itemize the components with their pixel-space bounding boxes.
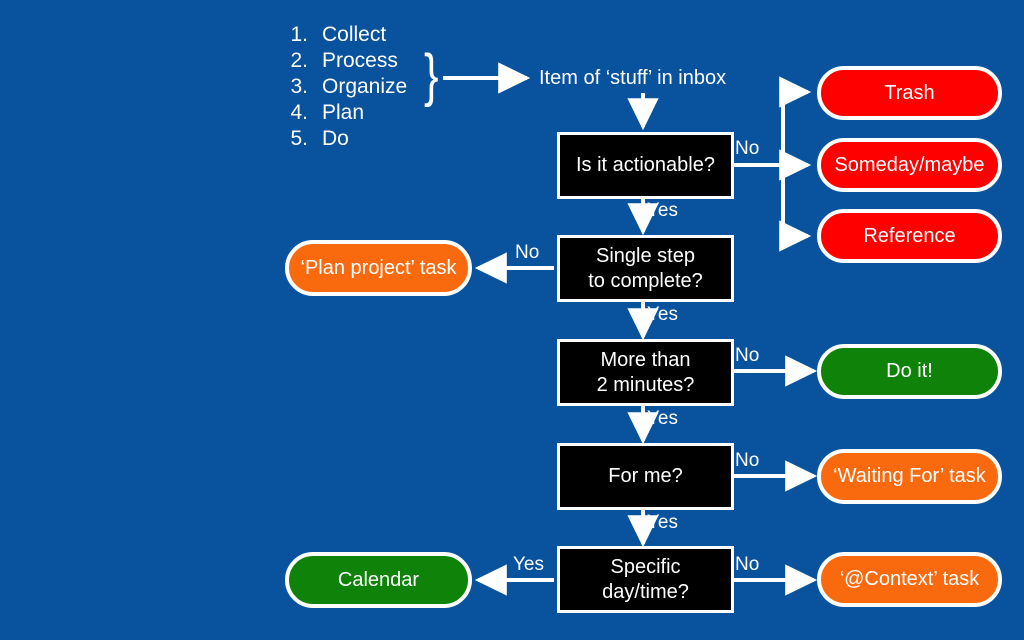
outcome-label: ‘@Context’ task: [839, 568, 980, 590]
inbox-item-label: Item of ‘stuff’ in inbox: [539, 67, 727, 89]
decision-label-line1: More than: [600, 348, 691, 371]
decision-label-line2: day/time?: [602, 580, 689, 603]
decision-for-me[interactable]: For me?: [557, 443, 734, 510]
outcome-label: ‘Waiting For’ task: [833, 465, 986, 487]
outcome-context-task[interactable]: ‘@Context’ task: [817, 552, 1002, 607]
outcome-plan-project-task[interactable]: ‘Plan project’ task: [285, 240, 472, 296]
edge-label-yes-actionable: Yes: [647, 200, 678, 221]
edge-label-no-for-me: No: [735, 450, 760, 471]
decision-label: For me?: [608, 465, 683, 487]
decision-label-line2: to complete?: [588, 269, 703, 292]
gtd-step-number: 5.: [290, 127, 308, 150]
edge-label-yes-single-step: Yes: [647, 304, 678, 325]
gtd-steps-list: 1. Collect 2. Process 3. Organize 4. Pla…: [286, 22, 407, 152]
decision-single-step-to-complete[interactable]: Single step to complete?: [557, 235, 734, 302]
gtd-step-item: 5. Do: [286, 126, 407, 152]
grouping-brace: }: [424, 43, 439, 108]
gtd-step-item: 4. Plan: [286, 100, 407, 126]
outcome-trash[interactable]: Trash: [817, 66, 1002, 120]
outcome-label: Reference: [863, 224, 956, 247]
outcome-someday-maybe[interactable]: Someday/maybe: [817, 138, 1002, 192]
edge-label-yes-two-minutes: Yes: [647, 408, 678, 429]
decision-is-it-actionable[interactable]: Is it actionable?: [557, 132, 734, 199]
gtd-step-number: 3.: [290, 75, 308, 98]
decision-label-line1: Single step: [596, 244, 695, 267]
gtd-step-number: 1.: [290, 23, 308, 46]
gtd-step-label: Do: [322, 127, 349, 150]
edge-label-no-two-minutes: No: [735, 345, 760, 366]
outcome-waiting-for-task[interactable]: ‘Waiting For’ task: [817, 449, 1002, 504]
gtd-step-label: Plan: [322, 101, 365, 124]
edge-label-yes-specific-day: Yes: [513, 554, 544, 575]
edge-label-yes-for-me: Yes: [647, 512, 678, 533]
gtd-step-item: 2. Process: [286, 48, 407, 74]
outcome-label: Do it!: [886, 360, 933, 382]
gtd-step-label: Organize: [322, 75, 408, 98]
edge-label-no-single-step: No: [515, 242, 540, 263]
gtd-step-number: 4.: [290, 101, 308, 124]
edge-label-no-actionable: No: [735, 138, 760, 159]
gtd-step-number: 2.: [290, 49, 308, 72]
decision-label-line2: 2 minutes?: [596, 373, 695, 396]
gtd-step-item: 1. Collect: [286, 22, 407, 48]
edge-label-no-specific-day: No: [735, 554, 760, 575]
outcome-reference[interactable]: Reference: [817, 209, 1002, 263]
outcome-label: ‘Plan project’ task: [300, 256, 457, 279]
decision-label: Is it actionable?: [576, 154, 715, 176]
gtd-step-item: 3. Organize: [286, 74, 407, 100]
diagram-canvas: 1. Collect 2. Process 3. Organize 4. Pla…: [0, 0, 1024, 640]
decision-specific-day-time[interactable]: Specific day/time?: [557, 546, 734, 613]
outcome-label: Trash: [884, 81, 935, 104]
gtd-step-label: Process: [322, 49, 398, 72]
gtd-step-label: Collect: [322, 23, 387, 46]
outcome-calendar[interactable]: Calendar: [285, 552, 472, 608]
decision-more-than-2-minutes[interactable]: More than 2 minutes?: [557, 339, 734, 406]
decision-label-line1: Specific: [610, 555, 681, 578]
outcome-label: Calendar: [337, 568, 420, 591]
outcome-do-it[interactable]: Do it!: [817, 344, 1002, 399]
outcome-label: Someday/maybe: [834, 153, 985, 176]
